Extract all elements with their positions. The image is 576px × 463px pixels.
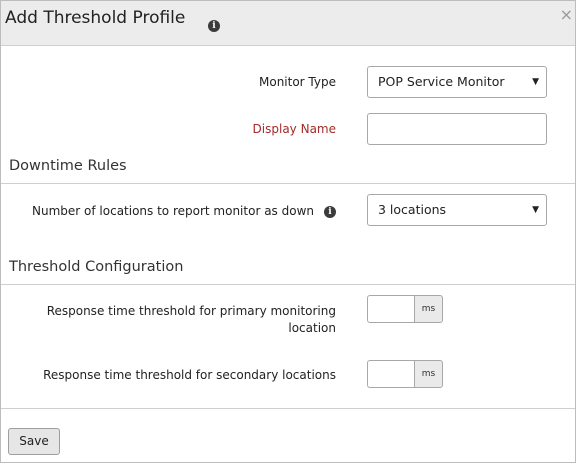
footer-divider <box>1 408 575 409</box>
info-icon[interactable]: i <box>208 20 220 32</box>
secondary-threshold-input[interactable] <box>367 360 415 388</box>
primary-threshold-label-line1: Response time threshold for primary moni… <box>46 304 336 318</box>
chevron-down-icon: ▼ <box>532 77 539 87</box>
display-name-input[interactable] <box>367 113 547 145</box>
dialog-title-text: Add Threshold Profile <box>5 8 186 28</box>
section-divider <box>1 183 575 184</box>
monitor-type-select[interactable]: POP Service Monitor ▼ <box>367 66 547 98</box>
info-icon[interactable]: i <box>324 206 336 218</box>
save-button[interactable]: Save <box>8 428 60 455</box>
section-divider <box>1 284 575 285</box>
primary-threshold-field: ms <box>367 295 443 323</box>
dialog-title: Add Threshold Profile i <box>5 8 220 32</box>
secondary-threshold-label: Response time threshold for secondary lo… <box>43 368 336 382</box>
threshold-configuration-heading: Threshold Configuration <box>9 259 184 275</box>
add-threshold-profile-dialog: Add Threshold Profile i × Monitor Type P… <box>0 0 576 463</box>
display-name-label: Display Name <box>252 122 336 136</box>
close-icon[interactable]: × <box>560 5 573 24</box>
primary-threshold-label-line2: location <box>288 321 336 335</box>
locations-down-label: Number of locations to report monitor as… <box>32 204 314 218</box>
ms-unit-addon: ms <box>414 295 443 323</box>
downtime-rules-heading: Downtime Rules <box>9 158 127 174</box>
secondary-threshold-field: ms <box>367 360 443 388</box>
monitor-type-label: Monitor Type <box>259 75 336 89</box>
primary-threshold-input[interactable] <box>367 295 415 323</box>
ms-unit-addon: ms <box>414 360 443 388</box>
chevron-down-icon: ▼ <box>532 205 539 215</box>
locations-down-value: 3 locations <box>378 202 447 217</box>
locations-down-select[interactable]: 3 locations ▼ <box>367 194 547 226</box>
dialog-header: Add Threshold Profile i × <box>1 1 575 46</box>
monitor-type-value: POP Service Monitor <box>378 74 505 89</box>
